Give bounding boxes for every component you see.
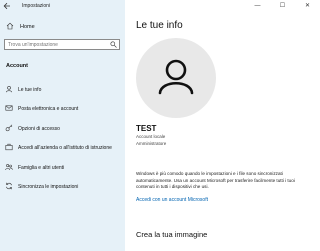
person-card-icon (4, 85, 14, 95)
titlebar: Impostazioni (0, 0, 125, 12)
sidebar-item-work-school[interactable]: Accedi all'azienda o all'istituto di ist… (0, 139, 125, 159)
maximize-button[interactable]: ☐ (270, 0, 295, 12)
briefcase-icon (4, 143, 14, 153)
create-picture-heading: Crea la tua immagine (136, 230, 208, 239)
people-icon (4, 163, 14, 173)
search-input[interactable] (8, 40, 108, 49)
mail-icon (4, 104, 14, 114)
nav-list: Le tue info Posta elettronica e account … (0, 80, 125, 197)
home-icon (5, 22, 15, 32)
sidebar-item-label: Sincronizza le impostazioni (18, 184, 79, 191)
sidebar: Impostazioni Home Account Le tue info (0, 0, 125, 251)
person-icon (158, 59, 194, 95)
sync-description: Windows è più comodo quando le impostazi… (136, 171, 295, 190)
sidebar-item-family[interactable]: Famiglia e altri utenti (0, 158, 125, 178)
minimize-button[interactable]: — (245, 0, 270, 12)
nav-home[interactable]: Home (2, 20, 122, 34)
arrow-left-icon[interactable] (3, 2, 11, 10)
close-button[interactable]: ✕ (295, 0, 320, 12)
window-controls: — ☐ ✕ (245, 0, 320, 12)
section-title-account: Account (6, 63, 28, 69)
user-name: TEST (136, 124, 157, 133)
microsoft-signin-link[interactable]: Accedi con un account Microsoft (136, 197, 208, 203)
sidebar-item-label: Famiglia e altri utenti (18, 164, 65, 171)
account-role: Amministratore (136, 141, 167, 146)
search-icon[interactable] (110, 41, 117, 48)
sidebar-item-label: Opzioni di accesso (18, 125, 60, 132)
key-icon (4, 124, 14, 134)
page-title: Le tue info (136, 20, 183, 31)
main-content: — ☐ ✕ Le tue info TEST Account locale Am… (125, 0, 320, 251)
avatar (136, 38, 216, 118)
sidebar-item-label: Le tue info (18, 86, 42, 93)
sidebar-item-your-info[interactable]: Le tue info (0, 80, 125, 100)
sidebar-item-label: Posta elettronica e account (18, 106, 79, 113)
app-title: Impostazioni (22, 3, 51, 9)
home-label: Home (20, 24, 35, 30)
account-type: Account locale (136, 134, 166, 139)
sidebar-item-email-accounts[interactable]: Posta elettronica e account (0, 100, 125, 120)
sidebar-item-sign-in-options[interactable]: Opzioni di accesso (0, 119, 125, 139)
sidebar-item-label: Accedi all'azienda o all'istituto di ist… (18, 145, 112, 152)
settings-window: Impostazioni Home Account Le tue info (0, 0, 320, 251)
sync-icon (4, 182, 14, 192)
search-box[interactable] (4, 39, 120, 50)
sidebar-item-sync[interactable]: Sincronizza le impostazioni (0, 178, 125, 198)
